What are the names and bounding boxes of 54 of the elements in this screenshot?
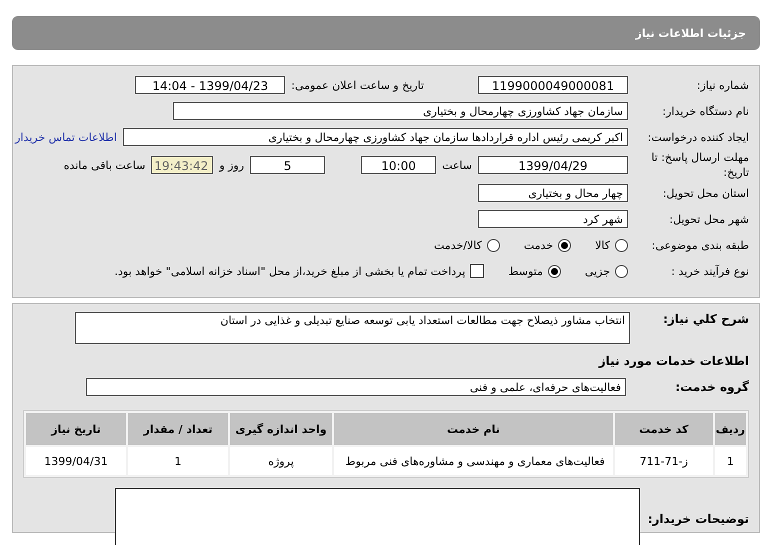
- field-label: شرح كلي نياز:: [662, 312, 749, 326]
- requester-field: اکبر کریمی رئیس اداره قراردادها سازمان جهاد کشاورزی چهارمحال و بختیاری: [123, 128, 628, 146]
- checkbox[interactable]: [470, 264, 484, 278]
- field-label: تاریخ و ساعت اعلان عمومی:: [291, 78, 424, 92]
- description-field: انتخاب مشاور ذیصلاح جهت مطالعات استعداد یابی توسعه صنایع تبدیلی و غذایی در استان: [75, 312, 630, 344]
- column-header: تعداد / مقدار: [128, 413, 228, 445]
- remaining-time-field: 19:43:42: [151, 156, 214, 174]
- deadline-time-field: 10:00: [361, 156, 436, 174]
- column-header: تاریخ نیاز: [26, 413, 126, 445]
- radio-button[interactable]: [548, 264, 561, 278]
- checkbox-label: پرداخت تمام یا بخشی از مبلغ خرید،از محل "اسناد خزانه اسلامی" خواهد بود.: [114, 264, 466, 278]
- page-title: جزئیات اطلاعات نیاز: [636, 26, 746, 40]
- field-label: استان محل تحویل:: [662, 186, 749, 200]
- section-title: اطلاعات خدمات مورد نیاز: [598, 354, 749, 368]
- field-label: طبقه بندی موضوعی:: [650, 238, 749, 252]
- field-label: شماره نیاز:: [696, 78, 749, 92]
- days-label: روز و: [219, 158, 244, 172]
- province-field: چهار محال و بختیاری: [478, 184, 628, 202]
- column-header: واحد اندازه گیری: [230, 413, 332, 445]
- radio-label: کالا: [595, 238, 610, 252]
- field-label: ایجاد کننده درخواست:: [646, 130, 749, 144]
- days-field: 5: [250, 156, 326, 174]
- table-cell: 1: [714, 447, 746, 475]
- radio-button[interactable]: [615, 264, 628, 278]
- buyer-contact-link[interactable]: اطلاعات تماس خریدار: [15, 130, 117, 144]
- radio-button[interactable]: [486, 238, 500, 252]
- service-group-field: فعالیت‌های حرفه‌ای، علمی و فنی: [86, 378, 626, 396]
- column-header: ردیف: [714, 413, 746, 445]
- field-label: توضیحات خریدار:: [646, 512, 749, 526]
- table-cell: 1399/04/31: [26, 447, 126, 475]
- radio-label: جزیی: [584, 264, 610, 278]
- radio-label: خدمت: [524, 238, 554, 252]
- field-label: مهلت ارسال پاسخ: تا تاریخ:: [650, 150, 749, 180]
- announce-date-field: 1399/04/23 - 14:04: [135, 76, 286, 94]
- need-number-field: 1199000049000081: [478, 76, 628, 94]
- table-cell: ز-71-711: [614, 447, 713, 475]
- time-label: ساعت: [442, 158, 472, 172]
- column-header: نام خدمت: [334, 413, 613, 445]
- city-field: شهر کرد: [478, 210, 628, 228]
- table-cell: فعالیت‌های معماری و مهندسی و مشاوره‌های فنی مربوط: [334, 447, 613, 475]
- field-label: نوع فرآیند خرید :: [670, 264, 749, 278]
- radio-button[interactable]: [558, 238, 572, 252]
- radio-label: کالا/خدمت: [434, 238, 482, 252]
- table-cell: پروژه: [230, 447, 332, 475]
- table-cell: 1: [128, 447, 228, 475]
- field-label: نام دستگاه خریدار:: [661, 104, 749, 118]
- deadline-date-field: 1399/04/29: [478, 156, 628, 174]
- field-label: گروه خدمت:: [674, 380, 749, 394]
- remaining-label: ساعت باقی مانده: [64, 158, 146, 172]
- radio-label: متوسط: [508, 264, 543, 278]
- buyer-org-field: سازمان جهاد کشاورزی چهارمحال و بختیاری: [173, 102, 628, 120]
- column-header: کد خدمت: [614, 413, 713, 445]
- radio-button[interactable]: [615, 238, 628, 252]
- field-label: شهر محل تحویل:: [668, 212, 749, 226]
